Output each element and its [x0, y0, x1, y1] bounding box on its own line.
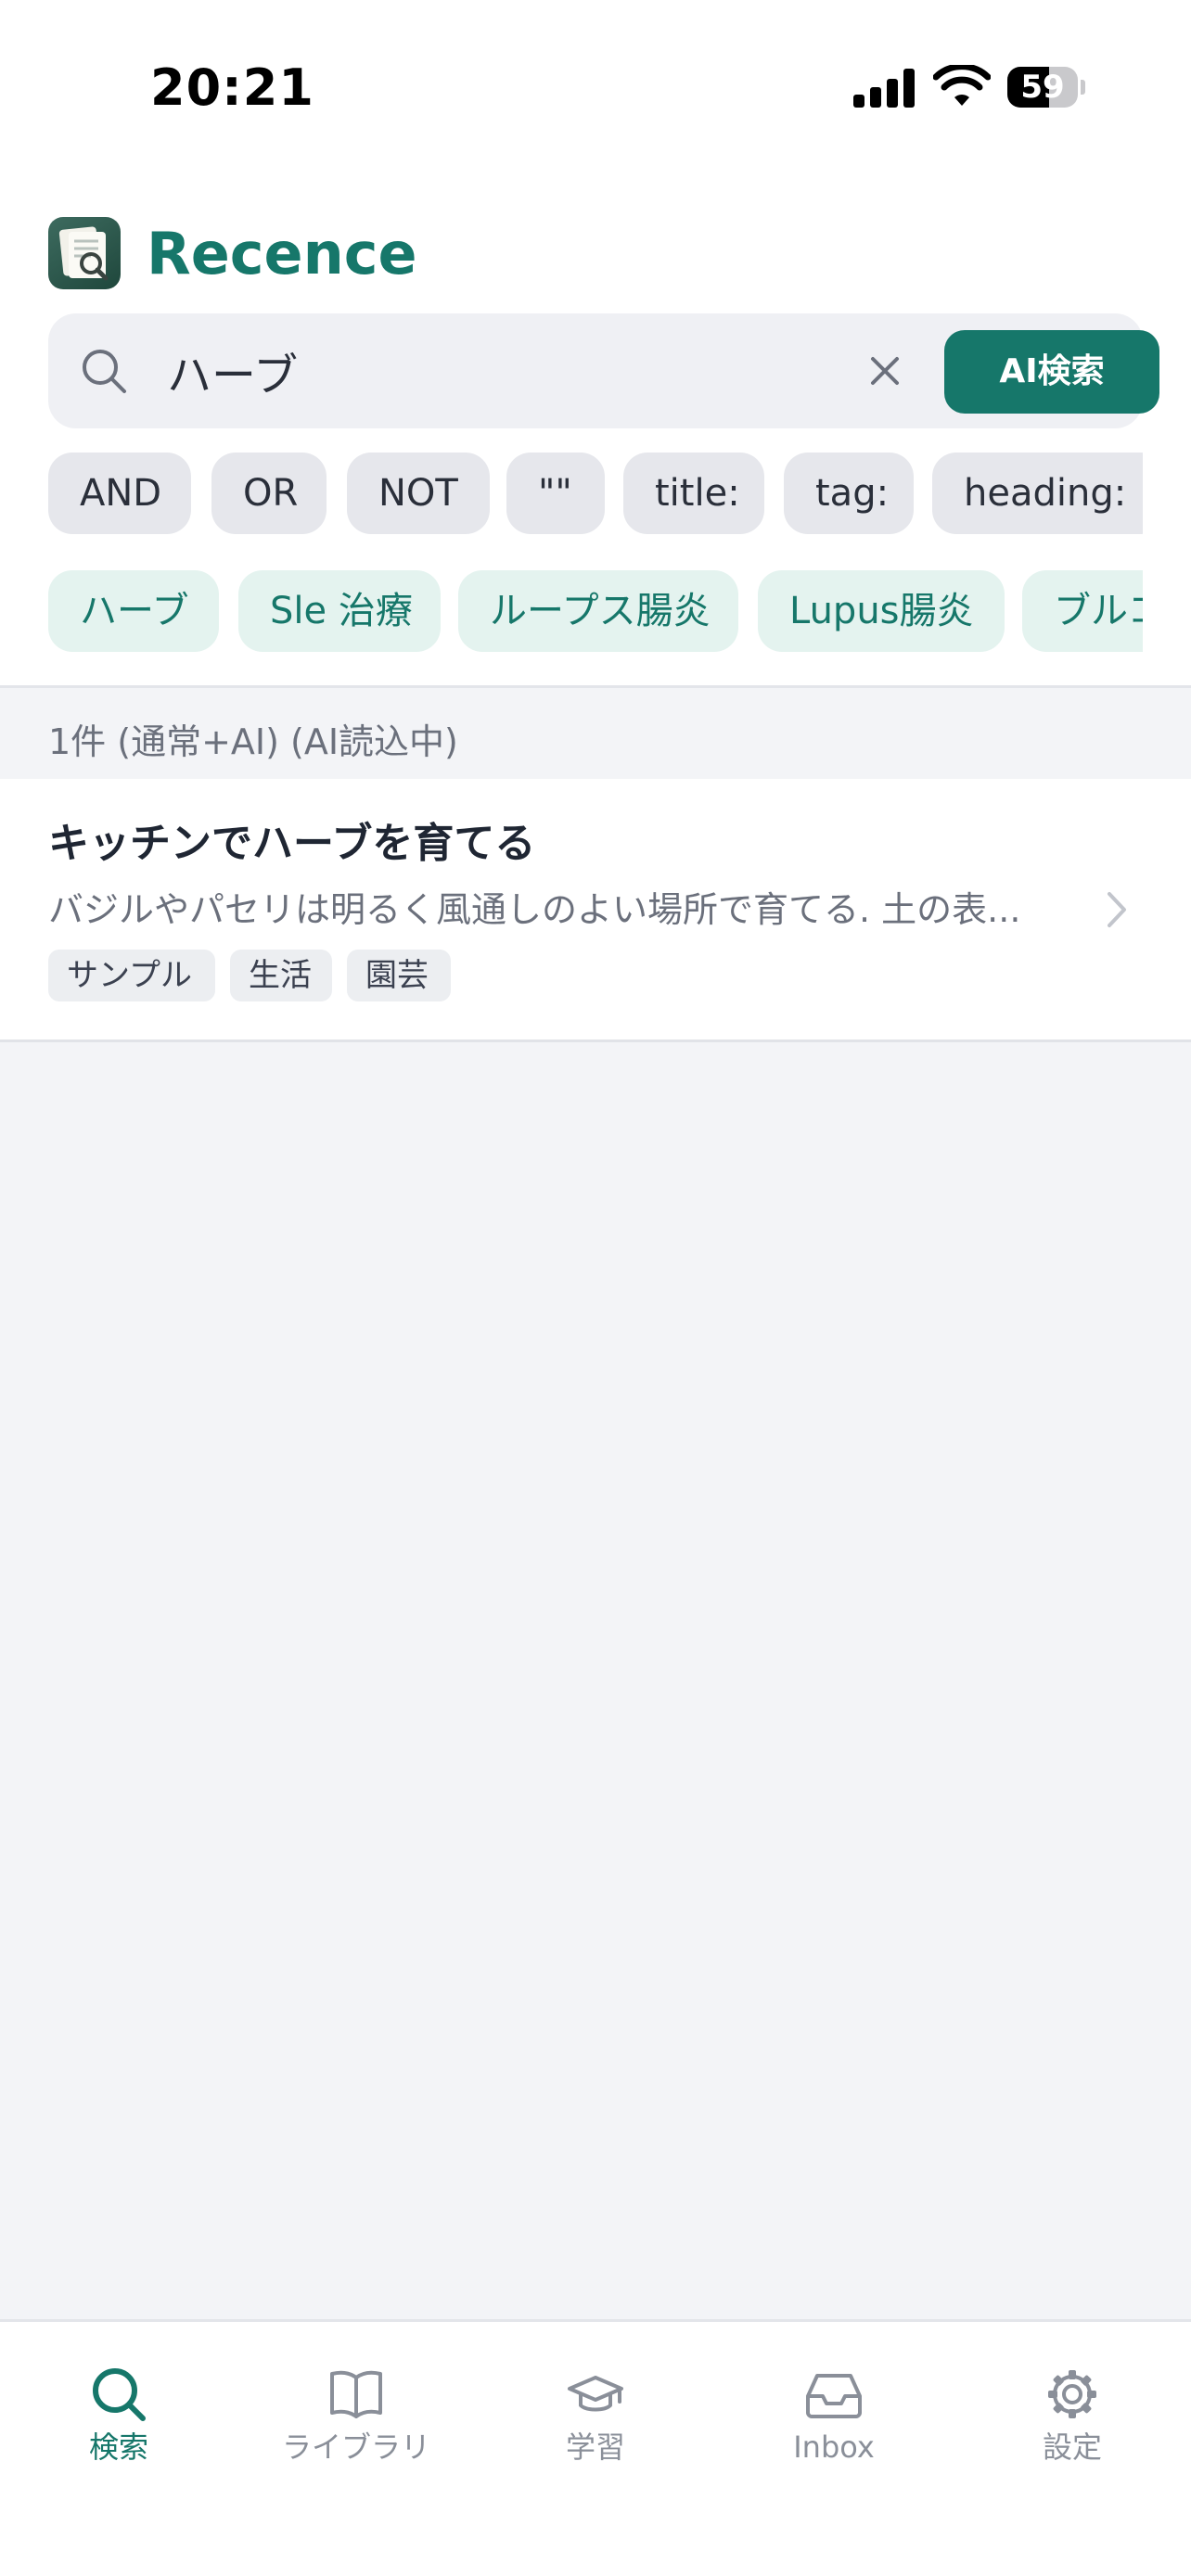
tag-badge: サンプル [48, 950, 215, 1001]
result-snippet: バジルやパセリは明るく風通しのよい場所で育てる. 土の表... [48, 889, 1021, 930]
suggestion-chip[interactable]: ブルコ [1022, 570, 1143, 652]
gear-icon [1048, 2370, 1096, 2418]
graduation-cap-icon [568, 2376, 623, 2412]
wifi-icon [933, 65, 991, 106]
status-time: 20:21 [150, 58, 314, 117]
battery-percent: 59 [1020, 69, 1065, 106]
clear-search-button[interactable] [857, 343, 913, 399]
operator-chip-or[interactable]: OR [211, 453, 327, 534]
operator-chip-heading[interactable]: heading: [932, 453, 1143, 534]
tag-badge: 生活 [230, 950, 332, 1001]
operator-chip-not[interactable]: NOT [347, 453, 490, 534]
tab-label: ライブラリ [281, 2429, 430, 2465]
suggestion-chip[interactable]: Sle 治療 [238, 570, 441, 652]
tab-settings[interactable]: 設定 [954, 2322, 1191, 2489]
battery-indicator: 59 [1007, 67, 1085, 108]
search-bar: AI検索 [48, 313, 1159, 428]
tab-inbox[interactable]: Inbox [715, 2322, 953, 2489]
suggestion-chip[interactable]: Lupus腸炎 [758, 570, 1005, 652]
suggestion-chip[interactable]: ループス腸炎 [458, 570, 738, 652]
operator-chip-row: AND OR NOT "" title: tag: heading: [48, 453, 1143, 538]
result-title: キッチンでハーブを育てる [48, 820, 536, 867]
search-icon [93, 2368, 146, 2421]
tab-search[interactable]: 検索 [0, 2322, 237, 2489]
tab-label: Inbox [793, 2429, 875, 2465]
operator-chip-and[interactable]: AND [48, 453, 191, 534]
suggestion-chip[interactable]: ハーブ [48, 570, 219, 652]
tab-learning[interactable]: 学習 [477, 2322, 714, 2489]
tab-label: 設定 [1042, 2429, 1102, 2465]
app-title: Recence [147, 220, 417, 287]
operator-chip-quotes[interactable]: "" [506, 453, 605, 534]
results-count: 1件 (通常+AI) (AI読込中) [48, 721, 458, 762]
result-item[interactable]: キッチンでハーブを育てる バジルやパセリは明るく風通しのよい場所で育てる. 土の… [0, 779, 1191, 1042]
suggestion-chip-row: ハーブ Sle 治療 ループス腸炎 Lupus腸炎 ブルコ [48, 570, 1143, 656]
tab-bar: 検索 ライブラリ 学習 Inbox 設定 [0, 2319, 1191, 2576]
operator-chip-title[interactable]: title: [623, 453, 764, 534]
app-logo-icon [48, 217, 121, 289]
top-area: 20:21 59 Recence ハーブ AI検索 AND OR NOT "" … [0, 0, 1191, 688]
ai-search-button[interactable]: AI検索 [944, 330, 1159, 414]
chevron-right-icon [1108, 892, 1126, 927]
search-input[interactable] [167, 334, 872, 408]
operator-chip-tag[interactable]: tag: [784, 453, 914, 534]
search-icon [83, 350, 126, 393]
tab-label: 学習 [565, 2429, 625, 2465]
inbox-icon [806, 2374, 862, 2418]
tab-label: 検索 [88, 2429, 148, 2465]
cellular-signal-icon [853, 69, 915, 108]
tab-library[interactable]: ライブラリ [237, 2322, 475, 2489]
tag-badge: 園芸 [347, 950, 451, 1001]
close-icon [871, 357, 899, 385]
book-icon [330, 2370, 382, 2418]
